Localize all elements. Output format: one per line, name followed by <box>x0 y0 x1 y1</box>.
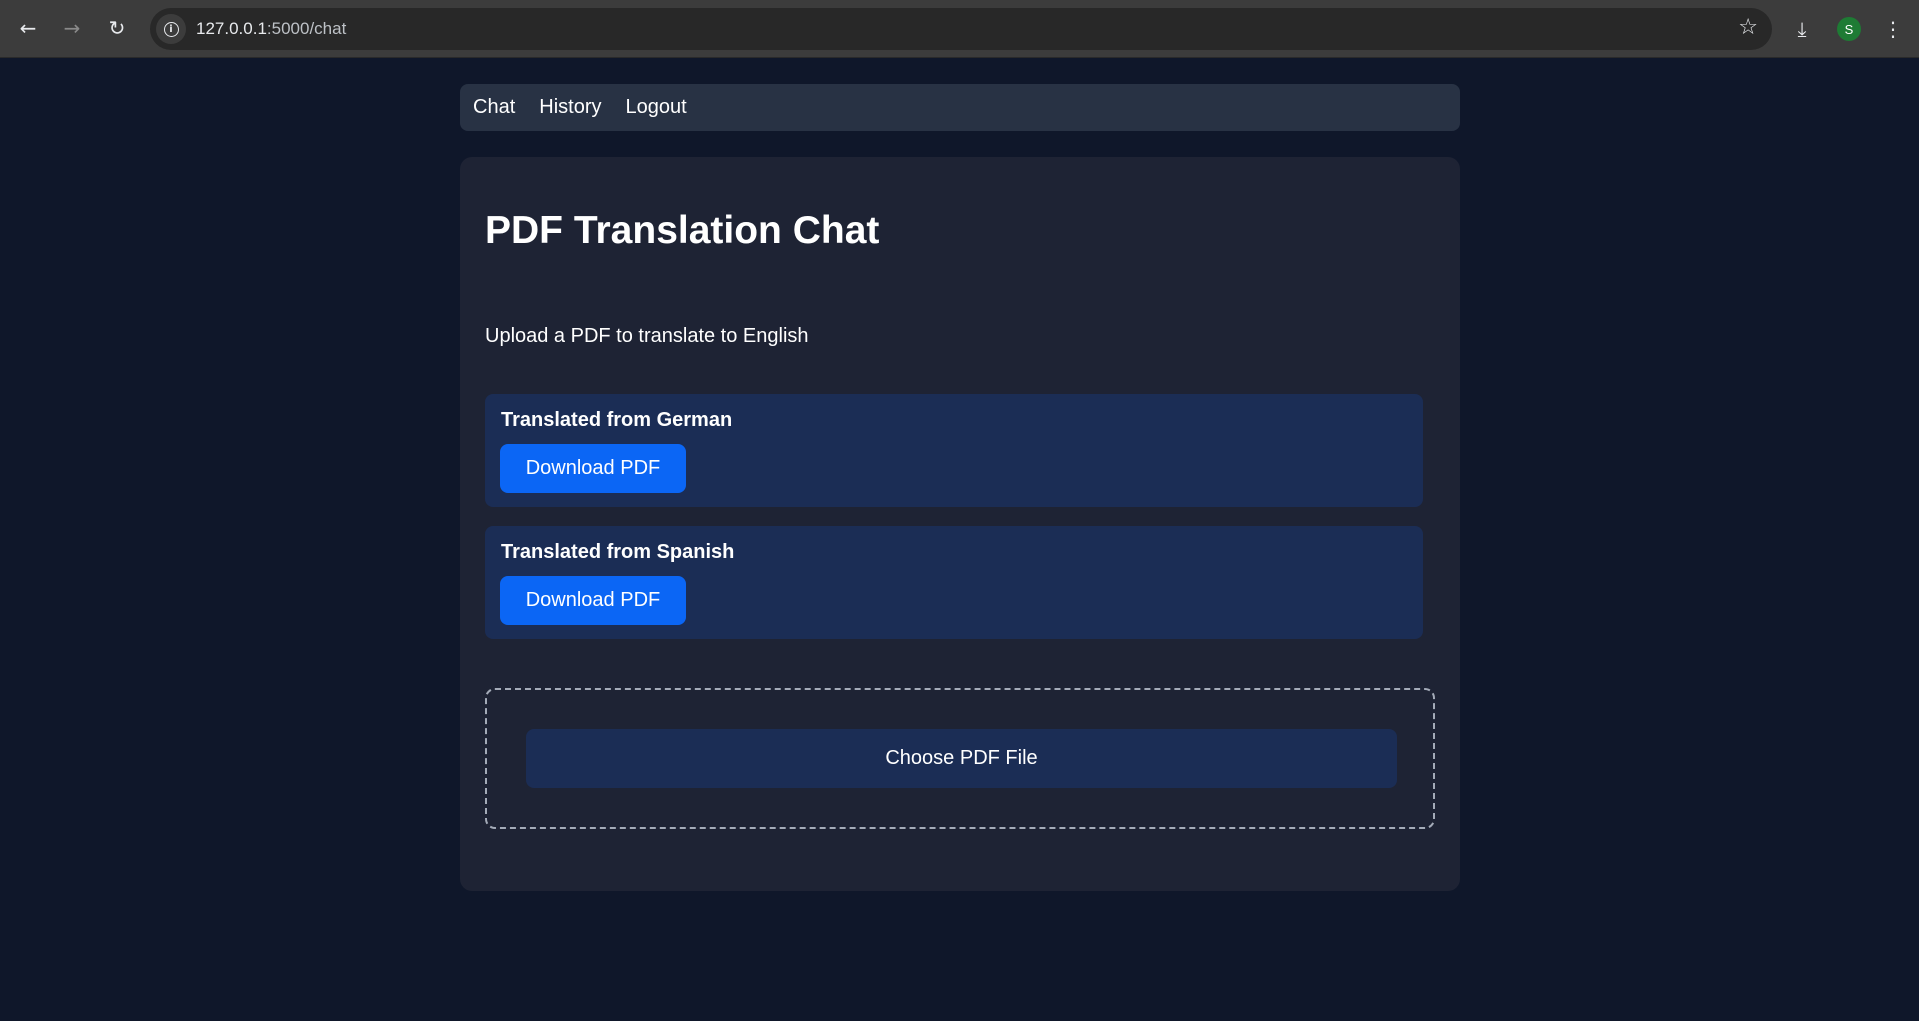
download-icon[interactable]: ⤓ <box>1785 12 1819 46</box>
address-bar[interactable]: i 127.0.0.1:5000/chat ☆ <box>150 8 1772 50</box>
url-host: 127.0.0.1 <box>196 19 267 38</box>
profile-avatar[interactable]: S <box>1837 17 1861 41</box>
forward-arrow-icon[interactable]: → <box>56 12 88 44</box>
info-icon: i <box>163 21 179 37</box>
message-title: Translated from German <box>501 409 733 431</box>
nav-link-chat[interactable]: Chat <box>473 96 515 119</box>
site-info-button[interactable]: i <box>156 14 186 44</box>
choose-pdf-button[interactable]: Choose PDF File <box>526 729 1397 788</box>
reload-icon[interactable]: ↻ <box>101 12 133 44</box>
back-arrow-icon[interactable]: ← <box>12 12 44 44</box>
intro-message: Upload a PDF to translate to English <box>485 325 809 347</box>
message-title: Translated from Spanish <box>501 541 735 563</box>
nav-link-history[interactable]: History <box>539 96 601 119</box>
url-path: :5000/chat <box>266 19 347 38</box>
browser-toolbar: ← → ↻ i 127.0.0.1:5000/chat ☆ ⤓ S ⋮ <box>0 0 1919 58</box>
url-text[interactable]: 127.0.0.1:5000/chat <box>196 19 346 39</box>
top-nav: Chat History Logout <box>460 84 1460 131</box>
upload-dropzone[interactable]: Choose PDF File <box>485 688 1435 829</box>
translation-message: Translated from Spanish Download PDF <box>485 526 1423 639</box>
star-icon[interactable]: ☆ <box>1738 15 1758 40</box>
chat-card: PDF Translation Chat Upload a PDF to tra… <box>460 157 1460 891</box>
download-pdf-button[interactable]: Download PDF <box>500 576 686 625</box>
kebab-menu-icon[interactable]: ⋮ <box>1876 12 1910 46</box>
page-title: PDF Translation Chat <box>485 209 880 252</box>
download-pdf-button[interactable]: Download PDF <box>500 444 686 493</box>
nav-link-logout[interactable]: Logout <box>625 96 686 119</box>
translation-message: Translated from German Download PDF <box>485 394 1423 507</box>
